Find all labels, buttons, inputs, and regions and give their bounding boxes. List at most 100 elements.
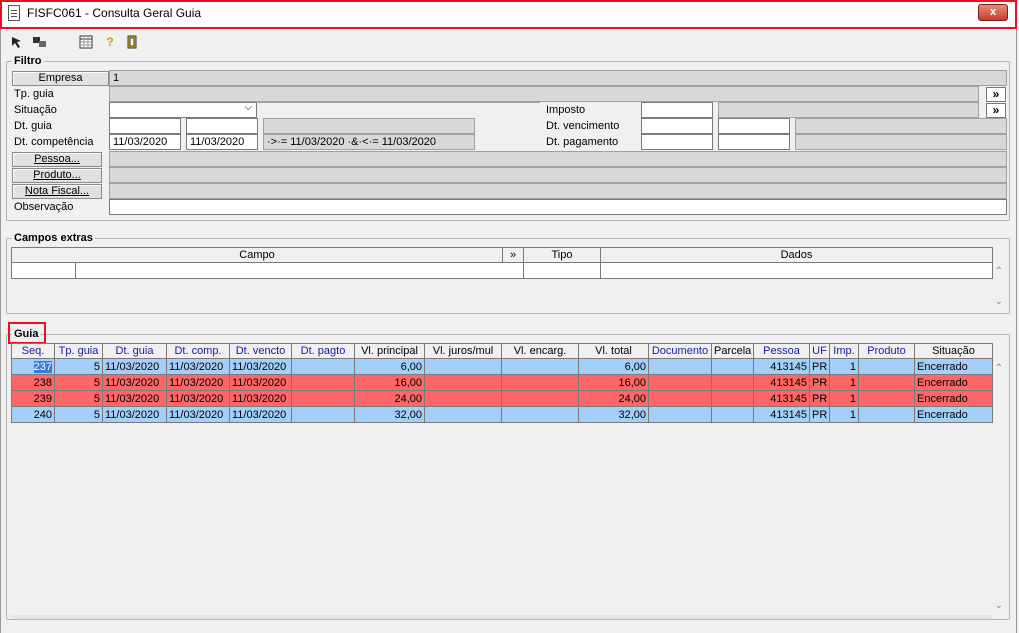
- cell-tp[interactable]: 5: [54, 358, 103, 375]
- tipo-header[interactable]: Tipo: [523, 247, 601, 263]
- header-vl-encarg[interactable]: Vl. encarg.: [501, 343, 579, 359]
- header-pessoa[interactable]: Pessoa: [753, 343, 810, 359]
- cell-dt-comp[interactable]: 11/03/2020: [166, 358, 230, 375]
- header-uf[interactable]: UF: [809, 343, 830, 359]
- cell-dt-pagto[interactable]: [291, 374, 355, 391]
- cell-produto[interactable]: [858, 390, 915, 407]
- dt-vencimento-to-field[interactable]: [718, 118, 790, 134]
- table-row[interactable]: 237 5 11/03/2020 11/03/2020 11/03/2020 6…: [11, 358, 993, 375]
- cell-situacao[interactable]: Encerrado: [914, 358, 993, 375]
- dt-vencimento-from-field[interactable]: [641, 118, 713, 134]
- cell-total[interactable]: 6,00: [578, 358, 649, 375]
- cell-total[interactable]: 16,00: [578, 374, 649, 391]
- header-documento[interactable]: Documento: [648, 343, 712, 359]
- cell-dt-vencto[interactable]: 11/03/2020: [229, 374, 292, 391]
- cell-pessoa[interactable]: 413145: [753, 374, 810, 391]
- cell-dt-pagto[interactable]: [291, 358, 355, 375]
- header-seq[interactable]: Seq.: [11, 343, 55, 359]
- cell-situacao[interactable]: Encerrado: [914, 374, 993, 391]
- cell-seq[interactable]: 239: [11, 390, 55, 407]
- cell-seq[interactable]: 237: [11, 358, 55, 375]
- cell-total[interactable]: 24,00: [578, 390, 649, 407]
- cell-situacao[interactable]: Encerrado: [914, 406, 993, 423]
- cell-principal[interactable]: 24,00: [354, 390, 425, 407]
- campo-header[interactable]: Campo: [11, 247, 503, 263]
- guia-scroll-down-icon[interactable]: ⌄: [994, 600, 1004, 611]
- cell-dt-guia[interactable]: 11/03/2020: [102, 390, 167, 407]
- clear-icon[interactable]: [32, 35, 46, 49]
- dt-competencia-from-field[interactable]: 11/03/2020: [109, 134, 181, 150]
- cell-imp[interactable]: 1: [829, 406, 859, 423]
- cell-juros[interactable]: [424, 390, 502, 407]
- header-parcela[interactable]: Parcela: [711, 343, 754, 359]
- cell-imp[interactable]: 1: [829, 374, 859, 391]
- cell-tp[interactable]: 5: [54, 390, 103, 407]
- horizontal-scrollbar[interactable]: [11, 615, 992, 619]
- empresa-button[interactable]: Empresa: [12, 71, 109, 86]
- empresa-field[interactable]: 1: [109, 70, 1007, 86]
- cell-parcela[interactable]: [711, 406, 754, 423]
- cell-seq[interactable]: 238: [11, 374, 55, 391]
- cell-dt-vencto[interactable]: 11/03/2020: [229, 358, 292, 375]
- cell-parcela[interactable]: [711, 390, 754, 407]
- header-situacao[interactable]: Situação: [914, 343, 993, 359]
- cell-encarg[interactable]: [501, 358, 579, 375]
- tp-guia-more-button[interactable]: »: [986, 87, 1006, 102]
- header-vl-principal[interactable]: Vl. principal: [354, 343, 425, 359]
- cell-uf[interactable]: PR: [809, 406, 830, 423]
- cell-pessoa[interactable]: 413145: [753, 390, 810, 407]
- dt-pagamento-to-field[interactable]: [718, 134, 790, 150]
- observacao-field[interactable]: [109, 199, 1007, 215]
- header-imp[interactable]: Imp.: [829, 343, 859, 359]
- header-vl-total[interactable]: Vl. total: [578, 343, 649, 359]
- cell-uf[interactable]: PR: [809, 390, 830, 407]
- table-row[interactable]: 239 5 11/03/2020 11/03/2020 11/03/2020 2…: [11, 390, 993, 407]
- cell-dt-vencto[interactable]: 11/03/2020: [229, 406, 292, 423]
- scroll-down-icon[interactable]: ⌄: [994, 296, 1004, 307]
- cell-encarg[interactable]: [501, 374, 579, 391]
- cell-dt-vencto[interactable]: 11/03/2020: [229, 390, 292, 407]
- cell-seq[interactable]: 240: [11, 406, 55, 423]
- cell-dt-pagto[interactable]: [291, 390, 355, 407]
- close-button[interactable]: x: [978, 4, 1008, 21]
- produto-button[interactable]: Produto...: [12, 168, 102, 183]
- nota-fiscal-button[interactable]: Nota Fiscal...: [12, 184, 102, 199]
- cell-documento[interactable]: [648, 358, 712, 375]
- cell-uf[interactable]: PR: [809, 374, 830, 391]
- cell-principal[interactable]: 32,00: [354, 406, 425, 423]
- execute-icon[interactable]: [10, 35, 24, 49]
- situacao-select[interactable]: ⌵: [109, 102, 257, 118]
- table-row[interactable]: 240 5 11/03/2020 11/03/2020 11/03/2020 3…: [11, 406, 993, 423]
- table-cell[interactable]: [600, 262, 993, 279]
- cell-principal[interactable]: 16,00: [354, 374, 425, 391]
- cell-documento[interactable]: [648, 390, 712, 407]
- cell-dt-guia[interactable]: 11/03/2020: [102, 358, 167, 375]
- imposto-field[interactable]: [641, 102, 713, 118]
- campo-more-header[interactable]: »: [502, 247, 524, 263]
- dados-header[interactable]: Dados: [600, 247, 993, 263]
- cell-dt-comp[interactable]: 11/03/2020: [166, 374, 230, 391]
- cell-imp[interactable]: 1: [829, 358, 859, 375]
- guia-scroll-up-icon[interactable]: ⌃: [994, 363, 1004, 374]
- header-dt-comp[interactable]: Dt. comp.: [166, 343, 230, 359]
- table-row[interactable]: 238 5 11/03/2020 11/03/2020 11/03/2020 1…: [11, 374, 993, 391]
- cell-imp[interactable]: 1: [829, 390, 859, 407]
- cell-documento[interactable]: [648, 374, 712, 391]
- cell-parcela[interactable]: [711, 358, 754, 375]
- cell-pessoa[interactable]: 413145: [753, 406, 810, 423]
- imposto-more-button[interactable]: »: [986, 103, 1006, 118]
- grid-icon[interactable]: [79, 35, 93, 49]
- help-icon[interactable]: ?: [103, 35, 117, 49]
- tp-guia-field[interactable]: [109, 86, 979, 102]
- header-vl-juros[interactable]: Vl. juros/mul: [424, 343, 502, 359]
- cell-tp[interactable]: 5: [54, 374, 103, 391]
- header-dt-vencto[interactable]: Dt. vencto: [229, 343, 292, 359]
- header-dt-guia[interactable]: Dt. guia: [102, 343, 167, 359]
- cell-encarg[interactable]: [501, 406, 579, 423]
- cell-total[interactable]: 32,00: [578, 406, 649, 423]
- table-cell[interactable]: [523, 262, 601, 279]
- header-tp-guia[interactable]: Tp. guia: [54, 343, 103, 359]
- cell-documento[interactable]: [648, 406, 712, 423]
- cell-dt-comp[interactable]: 11/03/2020: [166, 406, 230, 423]
- exit-door-icon[interactable]: [125, 35, 139, 49]
